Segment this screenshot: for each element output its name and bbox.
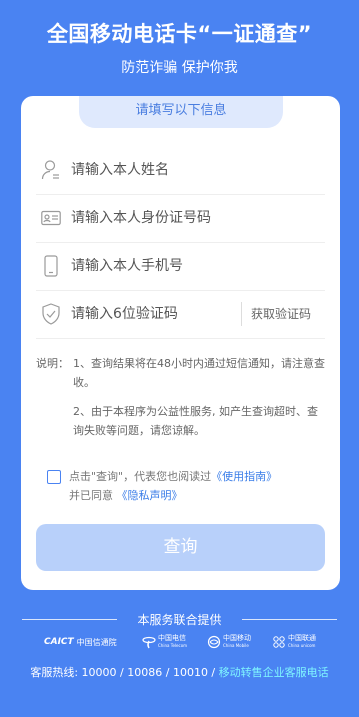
instructions-label: 说明： <box>36 357 69 370</box>
id-field <box>36 194 325 243</box>
caict-name: 中国信通院 <box>76 637 117 647</box>
caict-logo: CAICT 中国信通院 <box>44 632 117 652</box>
customer-service-hotline: 客服热线: 10000 / 10086 / 10010 / 移动转售企业客服电话 <box>0 664 359 680</box>
china-unicom-icon <box>273 636 285 648</box>
query-form-card: 请填写以下信息 请输入本人姓名 请输入本人身份证号码 请输入本人手机号 请输入6… <box>21 96 340 590</box>
divider <box>241 302 242 326</box>
instruction-item: 1、查询结果将在48小时内通过短信通知，请注意查收。 <box>73 357 325 389</box>
china-mobile-en: China Mobile <box>223 643 249 648</box>
china-telecom-logo: 中国电信 China Telecom <box>142 632 187 652</box>
code-field: 获取验证码 <box>36 290 325 339</box>
china-telecom-icon <box>142 636 156 649</box>
hotline-numbers: 客服热线: 10000 / 10086 / 10010 / <box>30 666 219 679</box>
agreement-middle: 并已同意 <box>69 489 113 502</box>
id-card-icon <box>41 207 61 229</box>
get-code-button[interactable]: 获取验证码 <box>251 290 311 338</box>
mvno-hotline-link[interactable]: 移动转售企业客服电话 <box>219 666 329 679</box>
page-title: 全国移动电话卡“一证通查” <box>46 22 313 46</box>
china-unicom-logo: 中国联通 China unicom <box>272 632 316 652</box>
china-mobile-cn: 中国移动 <box>223 634 251 642</box>
china-mobile-icon <box>207 635 221 649</box>
caict-mark: CAICT <box>44 637 74 647</box>
china-telecom-cn: 中国电信 <box>158 634 186 642</box>
page-subtitle: 防范诈骗 保护你我 <box>121 60 238 76</box>
usage-guide-link[interactable]: 《使用指南》 <box>211 470 277 483</box>
provider-text: 本服务联合提供 <box>137 613 222 627</box>
name-field <box>36 146 325 195</box>
privacy-statement-link[interactable]: 《隐私声明》 <box>117 489 183 502</box>
instruction-item: 2、由于本程序为公益性服务, 如产生查询超时、查询失败等问题，请您谅解。 <box>73 405 318 437</box>
provider-heading: 本服务联合提供 <box>0 611 359 629</box>
query-button[interactable]: 查询 <box>36 524 325 571</box>
phone-field <box>36 242 325 291</box>
agreement-checkbox[interactable] <box>47 470 61 484</box>
phone-input[interactable] <box>71 258 261 274</box>
china-telecom-en: China Telecom <box>158 643 188 648</box>
shield-check-icon <box>41 303 61 325</box>
phone-icon <box>41 255 61 277</box>
agreement-prefix: 点击"查询"，代表您也阅读过 <box>69 470 212 483</box>
person-icon <box>41 159 61 181</box>
verification-code-input[interactable] <box>71 306 231 322</box>
china-unicom-cn: 中国联通 <box>288 634 316 642</box>
id-number-input[interactable] <box>71 210 261 226</box>
china-unicom-en: China unicom <box>288 643 316 648</box>
china-mobile-logo: 中国移动 China Mobile <box>207 632 251 652</box>
name-input[interactable] <box>71 162 261 178</box>
form-tab-label: 请填写以下信息 <box>79 96 283 128</box>
partner-logos: CAICT 中国信通院 中国电信 China Telecom 中国移动 Chin… <box>0 632 359 652</box>
